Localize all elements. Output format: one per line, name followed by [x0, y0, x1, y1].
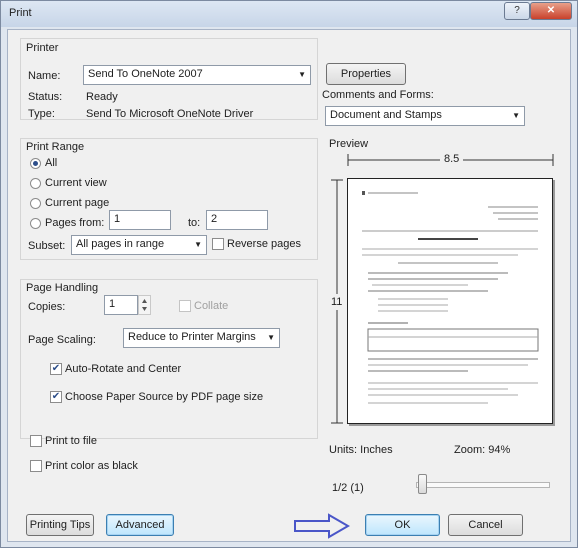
checkmark-icon: ✔: [51, 363, 61, 374]
print-dialog: Print ? ✕ Printer Name: Send To OneNote …: [0, 0, 578, 548]
radio-pages-from-label: Pages from:: [45, 217, 105, 229]
comments-forms-select[interactable]: Document and Stamps ▼: [325, 106, 525, 126]
copies-input[interactable]: 1: [104, 295, 138, 315]
printer-name-label: Name:: [28, 70, 61, 82]
chevron-down-icon: ▼: [512, 111, 520, 120]
radio-current-view-label: Current view: [45, 177, 107, 189]
reverse-pages-label: Reverse pages: [227, 238, 301, 250]
preview-height-label: 11: [331, 294, 343, 310]
dialog-body: Printer Name: Send To OneNote 2007 ▼ Stat…: [7, 29, 571, 542]
print-color-black-label: Print color as black: [45, 460, 138, 472]
window-title: Print: [9, 7, 32, 19]
print-to-file-checkbox[interactable]: [30, 435, 42, 447]
auto-rotate-label: Auto-Rotate and Center: [65, 363, 182, 375]
units-label: Units: Inches: [329, 444, 393, 456]
page-scaling-select[interactable]: Reduce to Printer Margins ▼: [123, 328, 280, 348]
printer-status-value: Ready: [86, 91, 118, 103]
chevron-down-icon: ▼: [267, 333, 275, 342]
preview-document-thumbnail: [362, 191, 539, 404]
arrow-right-icon: [294, 513, 350, 539]
printer-name-value: Send To OneNote 2007: [88, 68, 203, 80]
comments-forms-value: Document and Stamps: [330, 109, 442, 121]
page-scaling-label: Page Scaling:: [28, 334, 96, 346]
chevron-down-icon: ▼: [194, 240, 202, 249]
paper-source-checkbox[interactable]: ✔: [50, 391, 62, 403]
comments-forms-label: Comments and Forms:: [322, 89, 434, 101]
radio-all-label: All: [45, 157, 58, 169]
page-slider-track[interactable]: [416, 482, 550, 488]
print-range-label: Print Range: [26, 141, 85, 153]
radio-current-page[interactable]: [30, 198, 41, 209]
printer-type-value: Send To Microsoft OneNote Driver: [86, 108, 254, 120]
radio-current-page-label: Current page: [45, 197, 110, 209]
title-bar: Print ? ✕: [1, 1, 577, 27]
printer-name-select[interactable]: Send To OneNote 2007 ▼: [83, 65, 311, 85]
stepper-arrows-icon: [142, 299, 147, 311]
page-slider-thumb[interactable]: [418, 474, 427, 494]
radio-current-view[interactable]: [30, 178, 41, 189]
printer-type-label: Type:: [28, 108, 55, 120]
printer-status-label: Status:: [28, 91, 63, 103]
collate-label: Collate: [194, 300, 229, 312]
close-icon: ✕: [546, 5, 556, 16]
radio-all[interactable]: [30, 158, 41, 169]
printing-tips-button[interactable]: Printing Tips: [26, 514, 94, 536]
pages-to-input[interactable]: 2: [206, 210, 268, 230]
help-icon: ?: [514, 5, 520, 16]
page-handling-label: Page Handling: [26, 282, 99, 294]
page-scaling-value: Reduce to Printer Margins: [128, 331, 256, 343]
checkmark-icon: ✔: [51, 391, 61, 402]
advanced-button[interactable]: Advanced: [106, 514, 174, 536]
chevron-down-icon: ▼: [298, 70, 306, 79]
auto-rotate-checkbox[interactable]: ✔: [50, 363, 62, 375]
preview-width-label: 8.5: [440, 153, 464, 165]
paper-source-label: Choose Paper Source by PDF page size: [65, 391, 264, 403]
print-to-file-label: Print to file: [45, 435, 97, 447]
close-button[interactable]: ✕: [530, 2, 572, 20]
copies-stepper[interactable]: [138, 295, 151, 315]
ok-button[interactable]: OK: [365, 514, 440, 536]
zoom-label: Zoom: 94%: [454, 444, 511, 456]
print-color-black-checkbox[interactable]: [30, 460, 42, 472]
printer-group-label: Printer: [26, 42, 59, 54]
properties-button[interactable]: Properties: [326, 63, 406, 85]
pages-to-label: to:: [188, 217, 201, 229]
collate-checkbox[interactable]: [179, 300, 191, 312]
radio-pages-from[interactable]: [30, 218, 41, 229]
page-indicator: 1/2 (1): [332, 482, 364, 494]
subset-select[interactable]: All pages in range ▼: [71, 235, 207, 255]
help-button[interactable]: ?: [504, 2, 530, 20]
pages-from-input[interactable]: 1: [109, 210, 171, 230]
cancel-button[interactable]: Cancel: [448, 514, 523, 536]
subset-value: All pages in range: [76, 238, 165, 250]
reverse-pages-checkbox[interactable]: [212, 238, 224, 250]
subset-label: Subset:: [28, 240, 66, 252]
preview-page: [347, 178, 553, 424]
copies-label: Copies:: [28, 301, 66, 313]
